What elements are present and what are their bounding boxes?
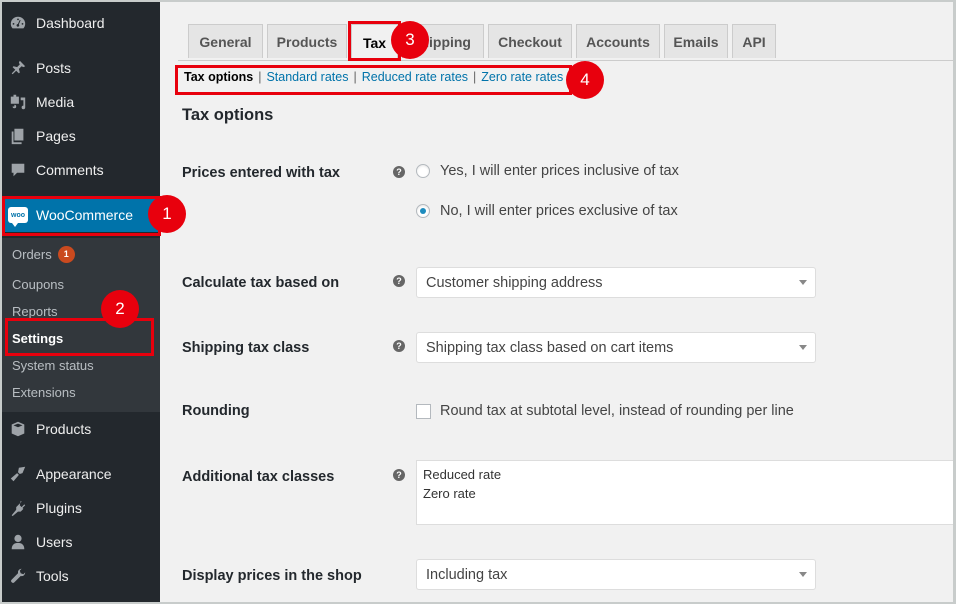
radio-button[interactable] bbox=[416, 164, 430, 178]
tab-products[interactable]: Products bbox=[267, 24, 347, 58]
help-icon[interactable]: ? bbox=[393, 469, 405, 481]
submenu-item-label: System status bbox=[12, 358, 94, 373]
submenu-item-settings[interactable]: Settings bbox=[12, 331, 63, 346]
help-icon[interactable]: ? bbox=[393, 166, 405, 178]
sidebar-item-label: Media bbox=[36, 94, 75, 110]
additional-tax-classes-label: Additional tax classes bbox=[182, 469, 335, 485]
additional-tax-classes-textarea[interactable]: Reduced rate Zero rate bbox=[416, 460, 953, 525]
brush-icon bbox=[8, 464, 28, 484]
rounding-checkbox[interactable] bbox=[416, 403, 431, 419]
display-prices-label: Display prices in the shop bbox=[182, 568, 362, 584]
admin-sidebar: Dashboard Posts Media Pages Comments woo… bbox=[2, 2, 160, 602]
rounding-label: Rounding bbox=[182, 403, 250, 419]
tab-accounts[interactable]: Accounts bbox=[576, 24, 660, 58]
chevron-down-icon bbox=[799, 345, 807, 350]
submenu-item-orders[interactable]: Orders 1 bbox=[12, 246, 75, 263]
subsection-reduced-rate-rates[interactable]: Reduced rate rates bbox=[362, 70, 468, 84]
calculate-based-on-select[interactable]: Customer shipping address bbox=[416, 267, 816, 298]
submenu-item-label: Extensions bbox=[12, 385, 76, 400]
sidebar-item-label: WooCommerce bbox=[36, 207, 133, 223]
tab-general[interactable]: General bbox=[188, 24, 263, 58]
prices-entered-label: Prices entered with tax bbox=[182, 165, 340, 181]
shipping-tax-class-label: Shipping tax class bbox=[182, 340, 310, 356]
radio-button[interactable] bbox=[416, 204, 430, 218]
submenu-item-system-status[interactable]: System status bbox=[12, 358, 94, 373]
select-value: Customer shipping address bbox=[426, 274, 603, 291]
separator: | bbox=[353, 70, 357, 84]
submenu-item-coupons[interactable]: Coupons bbox=[12, 277, 64, 292]
pages-icon bbox=[8, 126, 28, 146]
sidebar-item-label: Dashboard bbox=[36, 15, 105, 31]
wp-admin-window: Dashboard Posts Media Pages Comments woo… bbox=[2, 2, 953, 602]
sidebar-item-appearance[interactable]: Appearance bbox=[2, 457, 160, 491]
radio-label: No, I will enter prices exclusive of tax bbox=[440, 203, 678, 219]
sidebar-item-label: Appearance bbox=[36, 466, 112, 482]
separator: | bbox=[473, 70, 477, 84]
help-icon[interactable]: ? bbox=[393, 275, 405, 287]
sidebar-item-label: Posts bbox=[36, 60, 72, 76]
orders-count-badge: 1 bbox=[57, 246, 75, 263]
submenu-item-label: Settings bbox=[12, 331, 64, 346]
page-title: Tax options bbox=[182, 106, 274, 124]
sidebar-item-label: Users bbox=[36, 534, 73, 550]
tab-shipping[interactable]: Shipping bbox=[402, 24, 484, 58]
submenu-item-label: Orders bbox=[12, 247, 52, 262]
select-value: Including tax bbox=[426, 566, 508, 583]
tab-checkout[interactable]: Checkout bbox=[488, 24, 572, 58]
submenu-item-label: Coupons bbox=[12, 277, 65, 292]
woo-icon: woo bbox=[8, 205, 28, 227]
sidebar-item-comments[interactable]: Comments bbox=[2, 153, 160, 187]
shipping-tax-class-select[interactable]: Shipping tax class based on cart items bbox=[416, 332, 816, 363]
dashboard-icon bbox=[8, 13, 28, 33]
sidebar-item-tools[interactable]: Tools bbox=[2, 559, 160, 593]
radio-label: Yes, I will enter prices inclusive of ta… bbox=[440, 163, 679, 179]
radio-prices-inclusive[interactable]: Yes, I will enter prices inclusive of ta… bbox=[416, 163, 679, 179]
tab-api[interactable]: API bbox=[732, 24, 776, 58]
sidebar-item-label: Comments bbox=[36, 162, 104, 178]
sidebar-item-dashboard[interactable]: Dashboard bbox=[2, 6, 160, 40]
subsection-zero-rate-rates[interactable]: Zero rate rates bbox=[481, 70, 563, 84]
subsection-standard-rates[interactable]: Standard rates bbox=[266, 70, 348, 84]
calculate-based-on-label: Calculate tax based on bbox=[182, 275, 340, 291]
chevron-down-icon bbox=[799, 280, 807, 285]
sidebar-item-woocommerce[interactable]: woo WooCommerce bbox=[2, 198, 160, 232]
sidebar-item-label: Pages bbox=[36, 128, 76, 144]
separator: | bbox=[258, 70, 262, 84]
box-icon bbox=[8, 419, 28, 439]
sidebar-item-plugins[interactable]: Plugins bbox=[2, 491, 160, 525]
sidebar-item-products[interactable]: Products bbox=[2, 412, 160, 446]
plug-icon bbox=[8, 498, 28, 518]
pin-icon bbox=[8, 58, 28, 78]
tax-subsections: Tax options | Standard rates | Reduced r… bbox=[184, 70, 563, 84]
sidebar-item-label: Tools bbox=[36, 568, 69, 584]
submenu-item-label: Reports bbox=[12, 304, 58, 319]
rounding-checkbox-row[interactable]: Round tax at subtotal level, instead of … bbox=[416, 403, 794, 419]
submenu-item-extensions[interactable]: Extensions bbox=[12, 385, 76, 400]
sidebar-item-posts[interactable]: Posts bbox=[2, 51, 160, 85]
comment-icon bbox=[8, 160, 28, 180]
help-icon[interactable]: ? bbox=[393, 340, 405, 352]
select-value: Shipping tax class based on cart items bbox=[426, 339, 674, 356]
checkbox-label: Round tax at subtotal level, instead of … bbox=[440, 403, 794, 419]
wrench-icon bbox=[8, 566, 28, 586]
display-prices-select[interactable]: Including tax bbox=[416, 559, 816, 590]
chevron-down-icon bbox=[799, 572, 807, 577]
user-icon bbox=[8, 532, 28, 552]
callout-4: 4 bbox=[566, 61, 604, 99]
subsection-tax-options[interactable]: Tax options bbox=[184, 70, 253, 84]
radio-prices-exclusive[interactable]: No, I will enter prices exclusive of tax bbox=[416, 203, 678, 219]
tab-emails[interactable]: Emails bbox=[664, 24, 728, 58]
sidebar-item-label: Plugins bbox=[36, 500, 82, 516]
tab-tax[interactable]: Tax bbox=[351, 24, 398, 61]
submenu-item-reports[interactable]: Reports bbox=[12, 304, 58, 319]
sidebar-item-pages[interactable]: Pages bbox=[2, 119, 160, 153]
woocommerce-submenu: Orders 1 Coupons Reports Settings System… bbox=[2, 238, 160, 412]
media-icon bbox=[8, 92, 28, 112]
sidebar-item-users[interactable]: Users bbox=[2, 525, 160, 559]
sidebar-item-label: Products bbox=[36, 421, 92, 437]
sidebar-item-media[interactable]: Media bbox=[2, 85, 160, 119]
